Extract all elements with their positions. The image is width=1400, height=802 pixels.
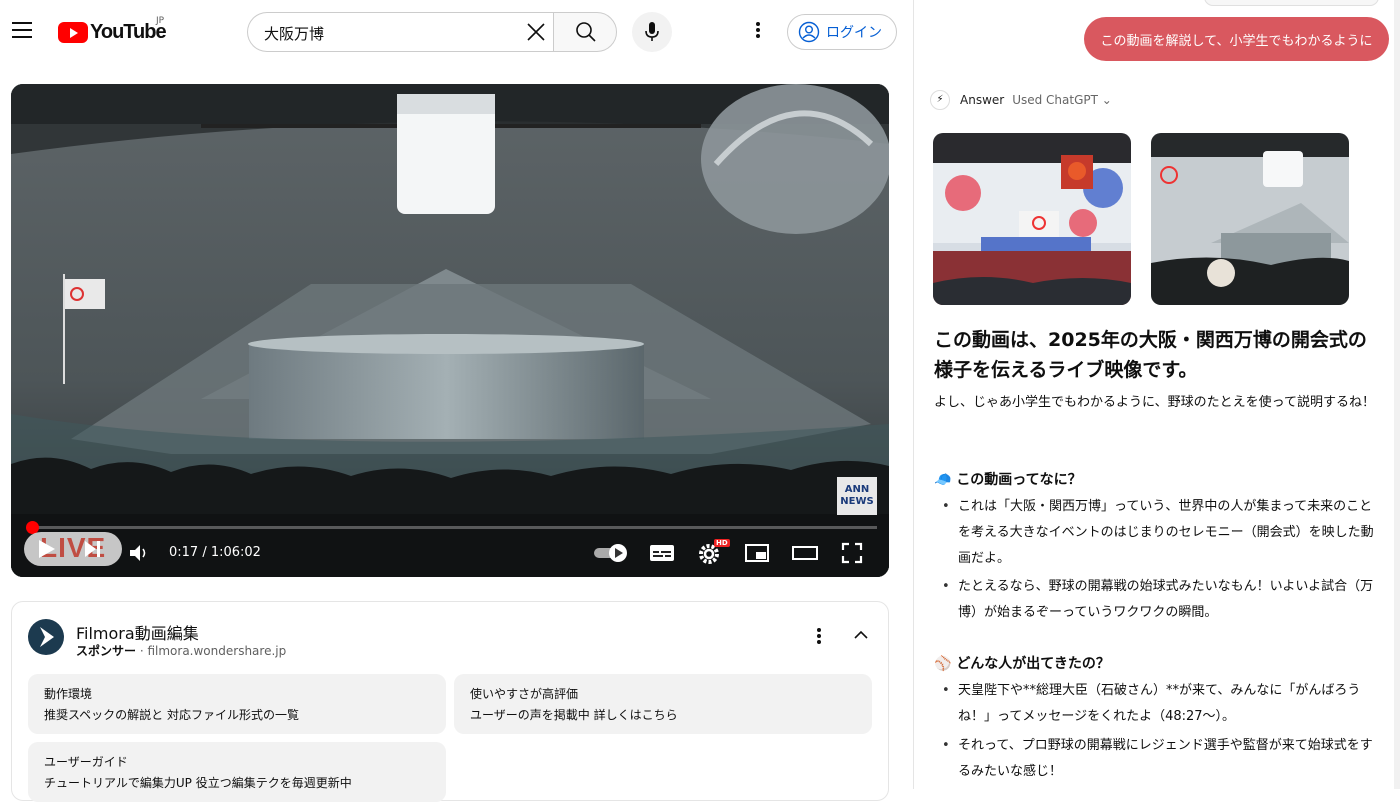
section-title-text: この動画ってなに？ [956,472,1082,488]
login-label: ログイン [826,25,882,41]
sponsor-label: スポンサー [76,644,137,658]
answer-intro: よし、じゃあ小学生でもわかるように、野球のたとえを使って説明するね！ [934,395,1375,410]
section-title: ⚾ どんな人が出てきたの？ [934,653,1110,673]
scrollbar[interactable] [1394,0,1400,789]
tile-title: ユーザーガイド [44,755,128,769]
chevron-up-icon[interactable] [854,630,868,640]
tile-title: 動作環境 [44,687,93,701]
ceremony-photo-1 [933,133,1131,305]
user-message-text: この動画を解説して、小学生でもわかるように [1100,33,1373,49]
answer-label: Answer [960,93,1005,107]
region-code: JP [156,16,165,26]
filmora-logo-icon [28,619,64,655]
tile-desc: 推奨スペックの解説と 対応ファイル形式の一覧 [44,708,299,722]
clear-icon[interactable] [526,22,546,42]
next-icon[interactable] [84,539,102,559]
youtube-play-icon [58,21,88,43]
sponsor-domain: filmora.wondershare.jp [147,644,287,658]
list-item: それって、プロ野球の開幕戦にレジェンド選手や監督が来て始球式をするみたいな感じ！ [940,733,1380,785]
youtube-logo[interactable]: YouTube JP [58,16,167,44]
volume-icon[interactable] [128,543,150,563]
sponsor-tile[interactable]: 動作環境 推奨スペックの解説と 対応ファイル形式の一覧 [28,674,446,734]
theater-mode-icon[interactable] [791,543,819,563]
model-label: Used ChatGPT [1012,93,1098,107]
sponsor-card[interactable]: Filmora動画編集 スポンサー · filmora.wondershare.… [11,601,889,802]
sponsor-more-icon[interactable] [814,628,824,648]
sparkle-icon: ⚡ [930,90,950,110]
broadcaster-logo: ANN NEWS [837,477,877,515]
previous-message-edge [1204,0,1379,6]
search-icon [576,22,596,42]
time-display: 0:17 / 1:06:02 [169,545,261,560]
chat-panel: この動画を解説して、小学生でもわかるように ⚡ Answer Used Chat… [913,0,1400,789]
youtube-page: YouTube JP 大阪万博 ログイン LIVE 0:17 / 1:06:02… [0,0,912,802]
tile-desc: チュートリアルで編集力UP 役立つ編集テクを毎週更新中 [44,776,352,790]
section-title-text: どんな人が出てきたの？ [956,656,1110,672]
microphone-icon [645,22,659,41]
baseball-icon: ⚾ [934,656,952,672]
menu-icon[interactable] [12,22,34,40]
video-player[interactable]: LIVE 0:17 / 1:06:02 HD ANN NEWS [11,84,889,577]
autoplay-toggle[interactable] [593,542,631,564]
login-button[interactable]: ログイン [787,14,897,50]
fullscreen-icon[interactable] [841,542,863,564]
search-query: 大阪万博 [264,25,325,43]
voice-search-button[interactable] [632,12,672,52]
sponsor-subline: スポンサー · filmora.wondershare.jp [76,642,286,659]
image-thumbnail[interactable] [1151,133,1349,305]
miniplayer-icon[interactable] [744,543,770,563]
list-item: たとえるなら、野球の開幕戦の始球式みたいなもん！いよいよ試合（万博）が始まるぞー… [940,574,1380,626]
subtitles-icon[interactable] [649,543,675,563]
answer-header: ⚡ Answer Used ChatGPT ⌄ [930,90,1112,110]
ceremony-photo-2 [1151,133,1349,305]
sponsor-tile[interactable]: ユーザーガイド チュートリアルで編集力UP 役立つ編集テクを毎週更新中 [28,742,446,802]
section-title: 🧢 この動画ってなに？ [934,469,1082,489]
model-selector[interactable]: Used ChatGPT ⌄ [1012,93,1112,107]
search-input[interactable]: 大阪万博 [247,12,554,52]
search-button[interactable] [553,12,617,52]
logo-wordmark: YouTube [90,20,167,43]
tile-desc: ユーザーの声を掲載中 詳しくはこちら [470,708,678,722]
sponsor-tile[interactable]: 使いやすさが高評価 ユーザーの声を掲載中 詳しくはこちら [454,674,872,734]
progress-bar[interactable] [26,521,877,534]
sponsor-separator: · [136,644,148,658]
account-icon [798,21,820,43]
answer-headline: この動画は、2025年の大阪・関西万博の開会式の様子を伝えるライブ映像です。 [934,329,1367,381]
hd-badge: HD [714,539,730,547]
play-controls[interactable]: LIVE [24,532,122,566]
sponsor-title[interactable]: Filmora動画編集 [76,620,199,644]
tile-title: 使いやすさが高評価 [470,687,579,701]
settings-more-icon[interactable] [748,22,768,42]
play-icon[interactable] [38,539,56,559]
video-frame [11,84,889,577]
cap-icon: 🧢 [934,472,952,488]
list-item: 天皇陛下や**総理大臣（石破さん）**が来て、みんなに「がんばろうね！」ってメッ… [940,678,1380,730]
image-thumbnail[interactable] [933,133,1131,305]
list-item: これは「大阪・関西万博」っていう、世界中の人が集まって未来のことを考える大きなイ… [940,494,1380,572]
user-message: この動画を解説して、小学生でもわかるように [1084,17,1389,61]
